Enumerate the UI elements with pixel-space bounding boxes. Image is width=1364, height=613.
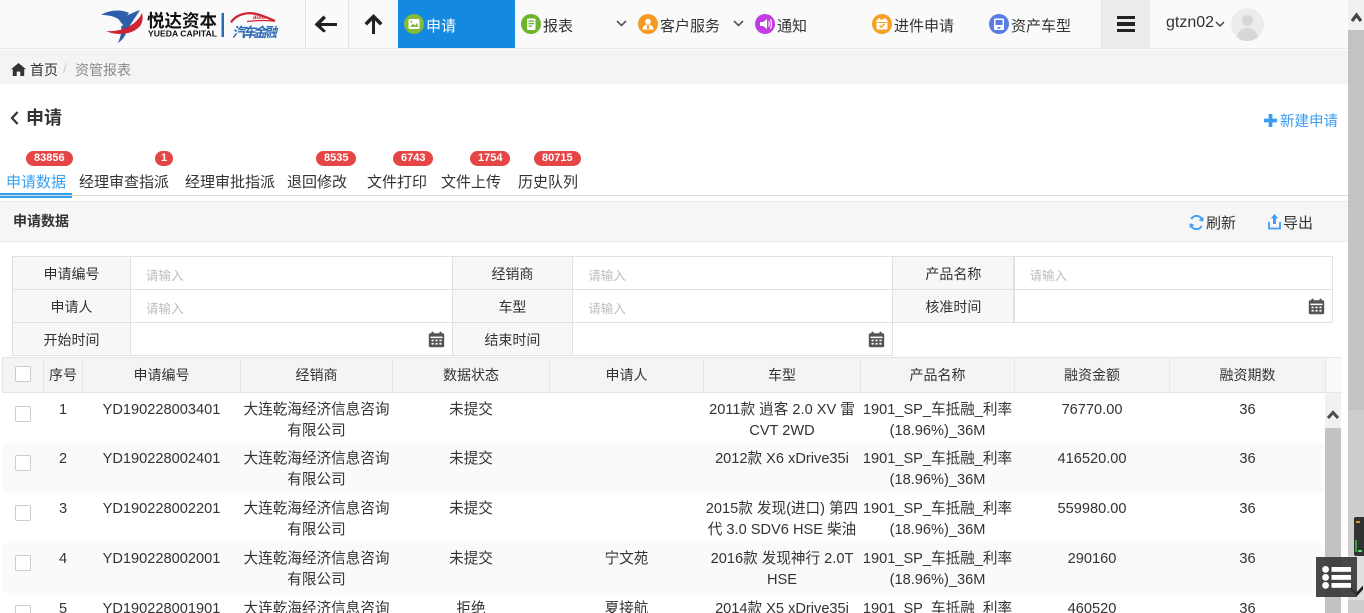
svg-text:汽车金融: 汽车金融 — [232, 21, 279, 41]
svg-text:YUEDA CAPITAL: YUEDA CAPITAL — [148, 29, 217, 39]
